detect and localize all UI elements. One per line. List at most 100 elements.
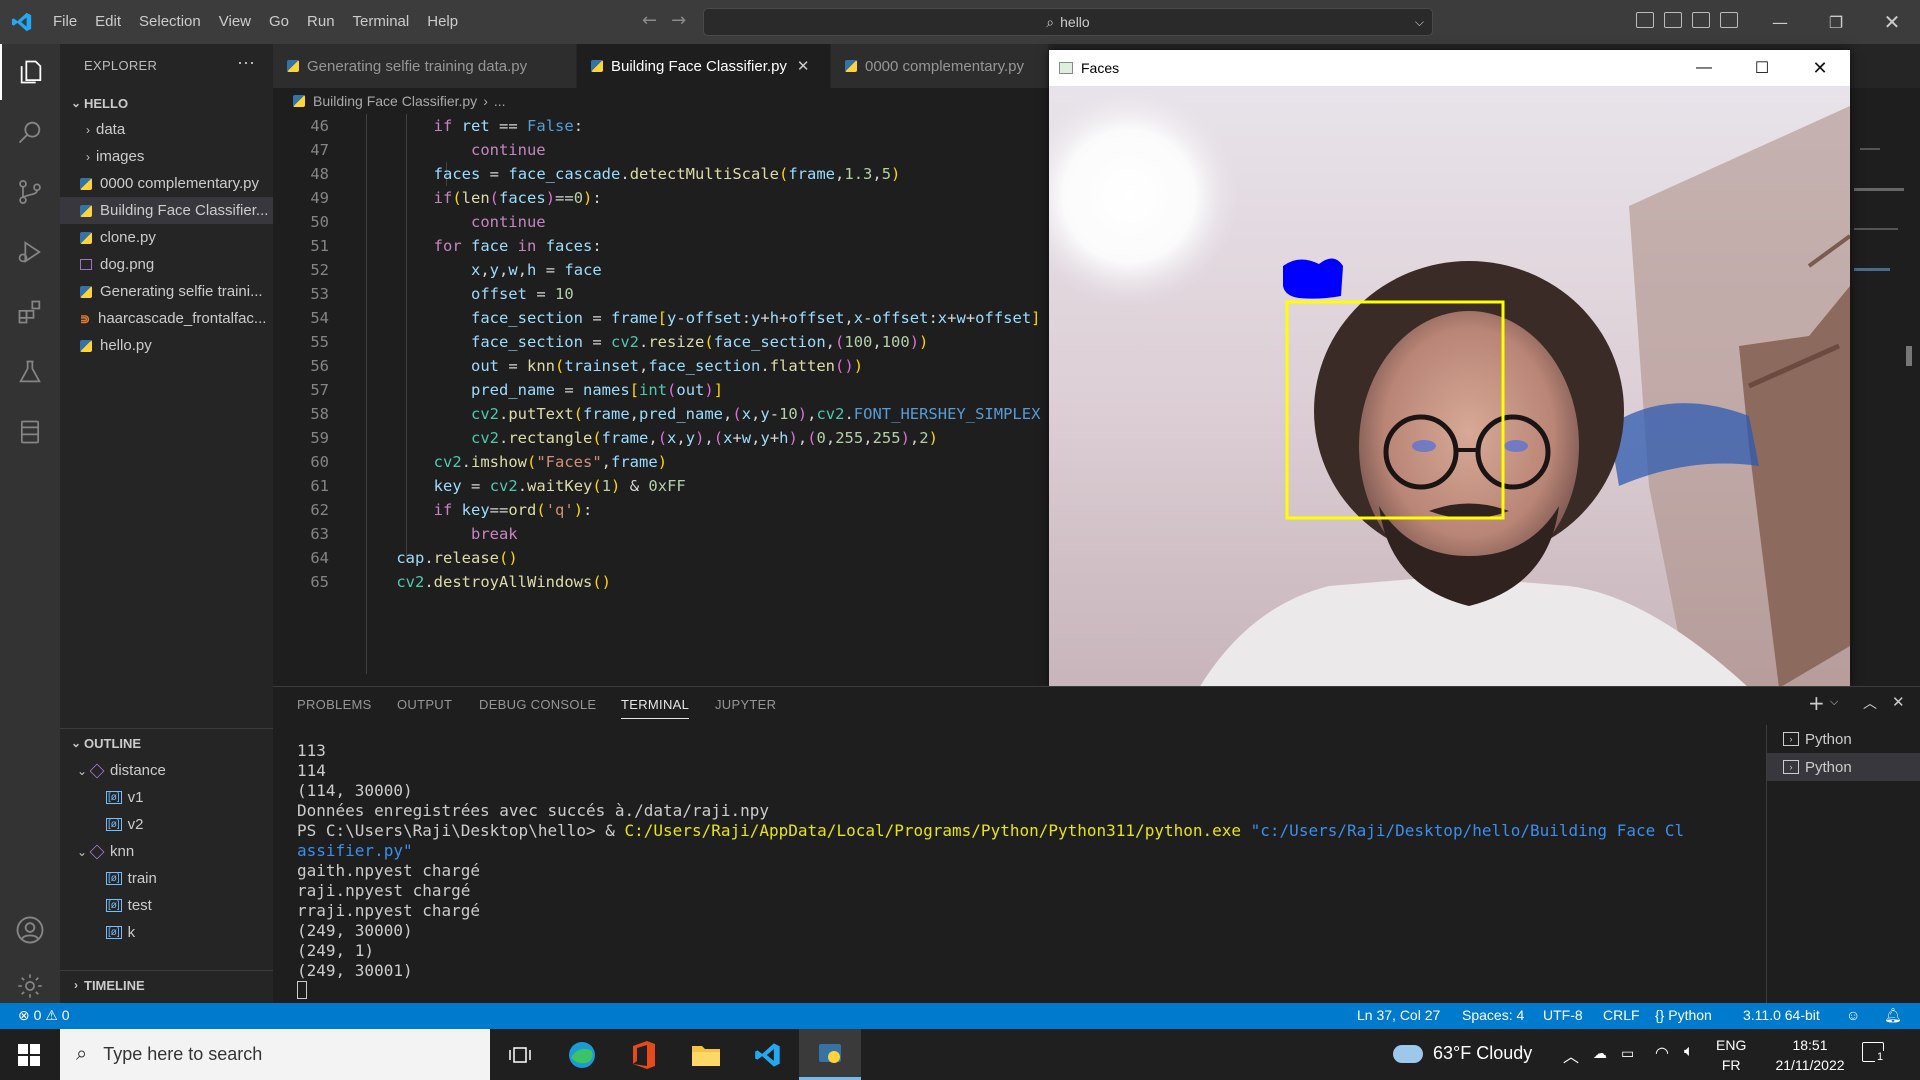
explorer-icon[interactable] bbox=[0, 44, 60, 100]
menu-view[interactable]: View bbox=[210, 0, 260, 44]
menu-help[interactable]: Help bbox=[418, 0, 467, 44]
chevron-down-icon[interactable]: ⌵ bbox=[1415, 15, 1424, 30]
faces-window-titlebar[interactable]: Faces — ☐ ✕ bbox=[1049, 50, 1850, 86]
office-icon[interactable] bbox=[613, 1029, 675, 1080]
testing-icon[interactable] bbox=[0, 344, 60, 400]
faces-close-button[interactable]: ✕ bbox=[1791, 50, 1849, 86]
menu-selection[interactable]: Selection bbox=[130, 0, 210, 44]
clock[interactable]: 18:51 21/11/2022 bbox=[1766, 1035, 1854, 1075]
wifi-icon[interactable]: ◠ bbox=[1655, 1043, 1669, 1063]
onedrive-icon[interactable]: ☁ bbox=[1593, 1045, 1607, 1062]
breadcrumb-rest[interactable]: ... bbox=[494, 93, 506, 109]
outline-item-v2[interactable]: [ø] v2 bbox=[60, 811, 273, 838]
windows-start-icon[interactable] bbox=[18, 1044, 40, 1071]
minimap[interactable] bbox=[1850, 88, 1912, 686]
source-control-icon[interactable] bbox=[0, 164, 60, 220]
tree-item-generating[interactable]: Generating selfie traini... bbox=[60, 278, 273, 305]
encoding[interactable]: UTF-8 bbox=[1543, 1007, 1583, 1023]
tab-output[interactable]: OUTPUT bbox=[397, 697, 452, 712]
cursor-position[interactable]: Ln 37, Col 27 bbox=[1357, 1007, 1440, 1023]
vscode-taskbar-icon[interactable] bbox=[737, 1029, 799, 1080]
code-line: 57 pred_name = names[int(out)] bbox=[273, 378, 1050, 402]
forward-arrow-icon[interactable]: → bbox=[671, 10, 700, 31]
problems-status[interactable]: ⊗ 0 ⚠ 0 bbox=[18, 1007, 70, 1024]
close-button[interactable]: ✕ bbox=[1864, 0, 1920, 44]
tab-face-classifier[interactable]: Building Face Classifier.py ✕ bbox=[577, 44, 831, 88]
faces-window-title: Faces bbox=[1081, 60, 1120, 76]
toggle-panel-icon[interactable] bbox=[1664, 12, 1682, 28]
task-view-icon[interactable] bbox=[489, 1029, 551, 1080]
maximize-panel-icon[interactable]: ︿ bbox=[1863, 693, 1877, 713]
accounts-icon[interactable] bbox=[0, 902, 60, 958]
python-taskbar-icon[interactable] bbox=[799, 1029, 861, 1080]
outline-item-knn[interactable]: ⌄ knn bbox=[60, 838, 273, 865]
extensions-icon[interactable] bbox=[0, 284, 60, 340]
outline-item-test[interactable]: [ø] test bbox=[60, 892, 273, 919]
tree-item-complementary[interactable]: 0000 complementary.py bbox=[60, 170, 273, 197]
tree-item-images[interactable]: › images bbox=[60, 143, 273, 170]
tab-jupyter[interactable]: JUPYTER bbox=[715, 697, 776, 712]
outline-item-k[interactable]: [ø] k bbox=[60, 919, 273, 946]
notification-center-icon[interactable]: 1 bbox=[1862, 1042, 1886, 1063]
faces-window[interactable]: Faces — ☐ ✕ bbox=[1049, 50, 1850, 688]
tree-item-dog[interactable]: dog.png bbox=[60, 251, 273, 278]
back-arrow-icon[interactable]: ← bbox=[642, 10, 671, 31]
indentation[interactable]: Spaces: 4 bbox=[1462, 1007, 1524, 1023]
minimize-button[interactable]: — bbox=[1752, 0, 1808, 44]
terminal-output[interactable]: 113 114 (114, 30000) Données enregistrées a… bbox=[297, 741, 1777, 1004]
menu-file[interactable]: File bbox=[44, 0, 86, 44]
outline-item-train[interactable]: [ø] train bbox=[60, 865, 273, 892]
code-editor[interactable]: 46 if ret == False: 47 continue 48 faces… bbox=[273, 114, 1050, 686]
restore-button[interactable]: ❐ bbox=[1808, 0, 1864, 44]
terminal-instance-2[interactable]: › Python bbox=[1767, 753, 1920, 781]
folder-header[interactable]: ⌄ HELLO bbox=[60, 92, 273, 114]
close-panel-icon[interactable]: ✕ bbox=[1892, 693, 1905, 711]
outline-item-distance[interactable]: ⌄ distance bbox=[60, 757, 273, 784]
feedback-icon[interactable]: ☺ bbox=[1846, 1007, 1860, 1023]
line-ending[interactable]: CRLF bbox=[1603, 1007, 1640, 1023]
breadcrumb-file[interactable]: Building Face Classifier.py bbox=[313, 93, 477, 109]
tab-problems[interactable]: PROBLEMS bbox=[297, 697, 372, 712]
volume-icon[interactable]: 🔈︎ bbox=[1684, 1043, 1694, 1061]
faces-maximize-button[interactable]: ☐ bbox=[1733, 50, 1791, 86]
tab-debug-console[interactable]: DEBUG CONSOLE bbox=[479, 697, 596, 712]
tree-item-hello[interactable]: hello.py bbox=[60, 332, 273, 359]
terminal-instance-1[interactable]: › Python bbox=[1767, 725, 1920, 753]
input-language[interactable]: ENG FR bbox=[1716, 1035, 1746, 1075]
new-terminal-icon[interactable]: + bbox=[1808, 691, 1825, 715]
python-interpreter[interactable]: 3.11.0 64-bit bbox=[1743, 1007, 1820, 1023]
file-explorer-icon[interactable] bbox=[675, 1029, 737, 1080]
menu-go[interactable]: Go bbox=[260, 0, 298, 44]
close-tab-icon[interactable]: ✕ bbox=[797, 57, 810, 75]
terminal-dropdown-icon[interactable]: ⌵ bbox=[1830, 695, 1838, 709]
more-actions-icon[interactable]: ··· bbox=[237, 52, 255, 73]
battery-icon[interactable]: ▭ bbox=[1621, 1045, 1634, 1062]
run-debug-icon[interactable] bbox=[0, 224, 60, 280]
tree-item-face-classifier[interactable]: Building Face Classifier... bbox=[60, 197, 273, 224]
tab-generating-selfie[interactable]: Generating selfie training data.py bbox=[273, 44, 577, 88]
command-center[interactable]: ⌕ hello ⌵ bbox=[703, 8, 1433, 36]
edge-browser-icon[interactable] bbox=[551, 1029, 613, 1080]
menu-terminal[interactable]: Terminal bbox=[344, 0, 419, 44]
timeline-header[interactable]: › TIMELINE bbox=[60, 974, 273, 996]
tree-item-haarcascade[interactable]: ⋑ haarcascade_frontalfac... bbox=[60, 305, 273, 332]
weather-widget[interactable]: 63°F Cloudy bbox=[1393, 1043, 1532, 1064]
taskbar-search[interactable]: ⌕ Type here to search bbox=[60, 1029, 490, 1080]
outline-header[interactable]: ⌄ OUTLINE bbox=[60, 732, 273, 754]
language-mode[interactable]: {} Python bbox=[1655, 1007, 1712, 1023]
jupyter-icon[interactable] bbox=[0, 404, 60, 460]
tree-item-data[interactable]: › data bbox=[60, 116, 273, 143]
search-icon[interactable] bbox=[0, 104, 60, 160]
customize-layout-icon[interactable] bbox=[1720, 12, 1738, 28]
tree-item-clone[interactable]: clone.py bbox=[60, 224, 273, 251]
tab-terminal[interactable]: TERMINAL bbox=[621, 697, 690, 719]
notifications-bell-icon[interactable]: 🔔︎ bbox=[1884, 1007, 1902, 1024]
show-hidden-icons[interactable]: ︿ bbox=[1563, 1043, 1579, 1067]
outline-item-v1[interactable]: [ø] v1 bbox=[60, 784, 273, 811]
menu-edit[interactable]: Edit bbox=[86, 0, 130, 44]
faces-minimize-button[interactable]: — bbox=[1675, 50, 1733, 86]
toggle-secondary-sidebar-icon[interactable] bbox=[1692, 12, 1710, 28]
tab-complementary[interactable]: 0000 complementary.py bbox=[831, 44, 1049, 88]
toggle-sidebar-icon[interactable] bbox=[1636, 12, 1654, 28]
menu-run[interactable]: Run bbox=[298, 0, 344, 44]
